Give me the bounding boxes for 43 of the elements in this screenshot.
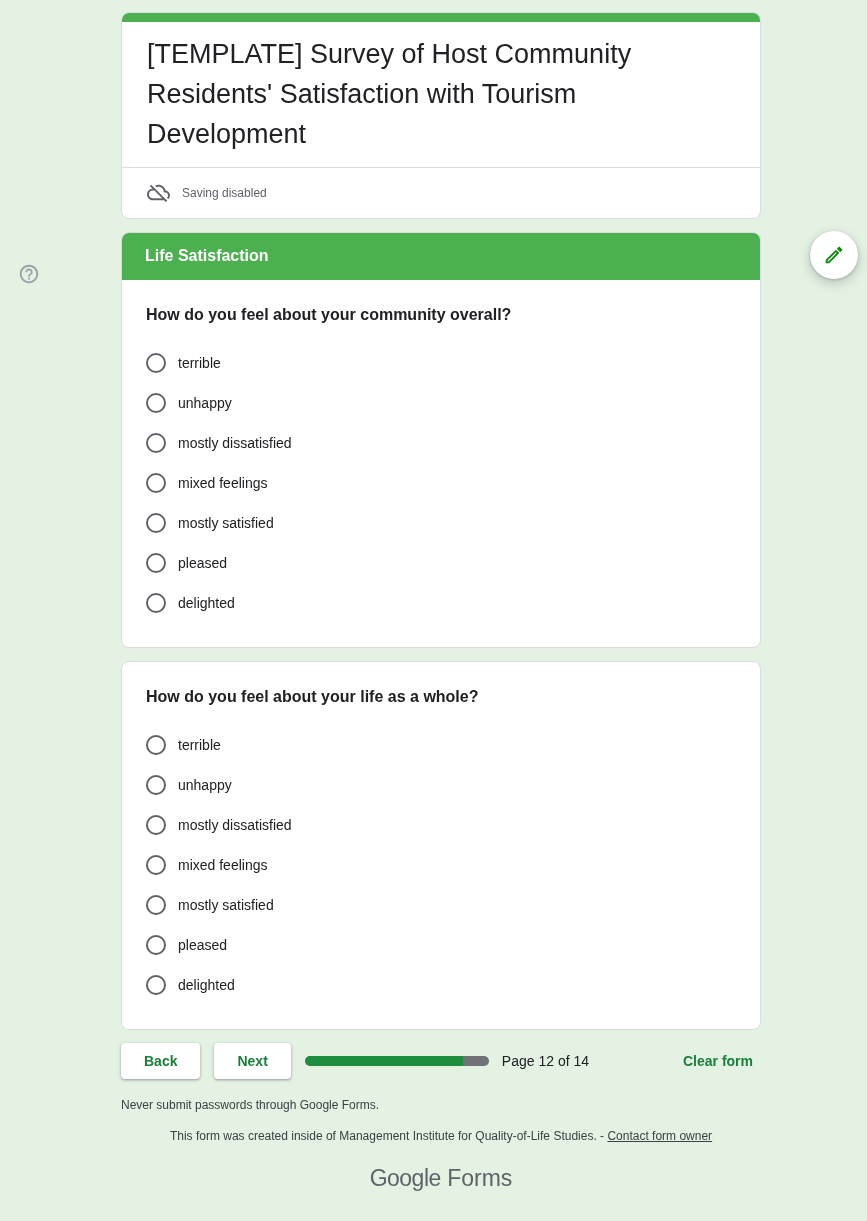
- radio-button[interactable]: [146, 553, 166, 573]
- radio-button[interactable]: [146, 593, 166, 613]
- pencil-icon: [823, 244, 845, 266]
- option-label[interactable]: terrible: [178, 352, 221, 374]
- radio-button[interactable]: [146, 353, 166, 373]
- forms-logo[interactable]: Google Forms: [369, 1164, 513, 1192]
- radio-button[interactable]: [146, 473, 166, 493]
- option-label[interactable]: delighted: [178, 974, 235, 996]
- radio-button[interactable]: [146, 935, 166, 955]
- radio-button[interactable]: [146, 975, 166, 995]
- clear-form-button[interactable]: Clear form: [674, 1043, 761, 1079]
- question-text: How do you feel about your community overall?: [146, 305, 513, 325]
- option-label[interactable]: pleased: [178, 934, 228, 956]
- option-label[interactable]: terrible: [178, 734, 221, 756]
- page-indicator: Page 12 of 14: [501, 1051, 589, 1071]
- option-label[interactable]: mostly satisfied: [178, 894, 274, 916]
- radio-button[interactable]: [146, 775, 166, 795]
- radio-button[interactable]: [146, 895, 166, 915]
- option-label[interactable]: unhappy: [178, 774, 232, 796]
- saving-status: Saving disabled: [182, 184, 267, 202]
- radio-button[interactable]: [146, 735, 166, 755]
- form-title: [TEMPLATE] Survey of Host Community Residents' Satisfaction with Tourism Development: [146, 38, 633, 151]
- password-warning: Never submit passwords through Google Forms.: [121, 1097, 381, 1113]
- next-button[interactable]: Next: [214, 1043, 291, 1079]
- radio-button[interactable]: [146, 855, 166, 875]
- option-label[interactable]: mostly satisfied: [178, 512, 274, 534]
- radio-button[interactable]: [146, 815, 166, 835]
- contact-owner-link[interactable]: Contact form owner: [607, 1129, 713, 1143]
- radio-button[interactable]: [146, 393, 166, 413]
- form-owner-note: This form was created inside of Management Institute for Quality-of-Life Studies. - Contact form owner: [168, 1128, 714, 1144]
- option-label[interactable]: mixed feelings: [178, 854, 268, 876]
- back-button[interactable]: Back: [121, 1043, 201, 1079]
- question-text: How do you feel about your life as a whole?: [146, 687, 480, 707]
- option-label[interactable]: delighted: [178, 592, 235, 614]
- option-label[interactable]: mixed feelings: [178, 472, 268, 494]
- radio-button[interactable]: [146, 513, 166, 533]
- radio-button[interactable]: [146, 433, 166, 453]
- option-label[interactable]: mostly dissatisfied: [178, 432, 292, 454]
- option-label[interactable]: pleased: [178, 552, 228, 574]
- edit-button[interactable]: [810, 231, 858, 279]
- option-label[interactable]: mostly dissatisfied: [178, 814, 292, 836]
- option-label[interactable]: unhappy: [178, 392, 232, 414]
- section-header: Life Satisfaction: [122, 233, 760, 280]
